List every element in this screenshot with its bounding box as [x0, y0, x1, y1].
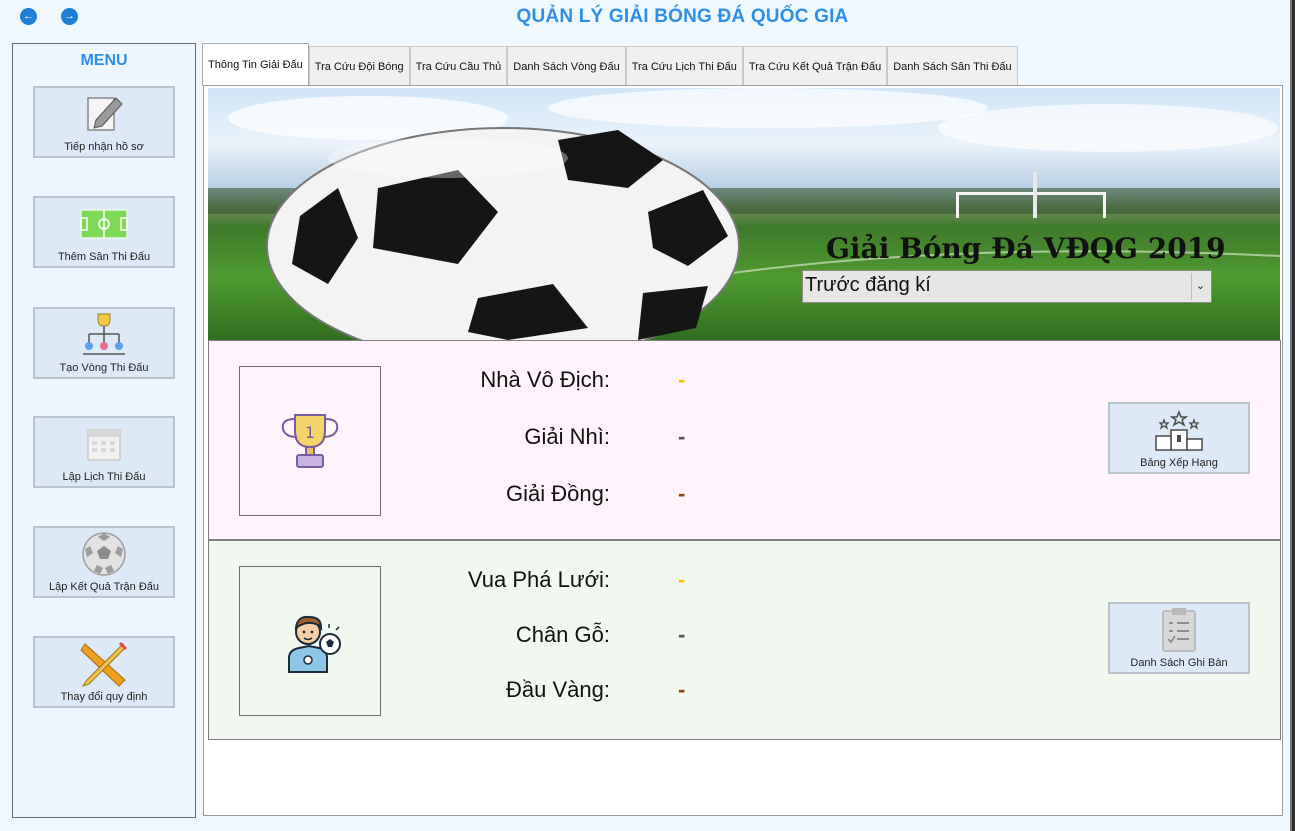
- top-scorer-label: Vua Phá Lưới:: [467, 567, 610, 592]
- runner-up-label: Giải Nhì:: [524, 424, 610, 449]
- season-select-value: Trước đăng kí: [805, 274, 931, 296]
- trophy-icon: 1: [281, 414, 339, 468]
- champion-value: -: [678, 367, 686, 392]
- clipboard-list-icon: [1110, 608, 1248, 652]
- scorer-list-button[interactable]: Danh Sách Ghi Bàn: [1108, 602, 1250, 674]
- player-awards-panel: Vua Phá Lưới: - Chân Gỗ: - Đầu Vàng: - D…: [208, 540, 1281, 740]
- sidebar-menu: MENU Tiếp nhận hồ sơ Thêm Sân Thi Đấu Tạ…: [12, 43, 196, 818]
- pencil-paper-icon: [35, 92, 173, 136]
- menu-title: MENU: [80, 52, 128, 69]
- runner-up-value: -: [678, 424, 686, 449]
- pencil-ruler-icon: [35, 642, 173, 687]
- soccer-ball-icon: [35, 532, 173, 576]
- app-title: QUẢN LÝ GIẢI BÓNG ĐÁ QUỐC GIA: [516, 6, 849, 27]
- tab-search-results[interactable]: Tra Cứu Kết Quả Trận Đấu: [742, 46, 888, 86]
- tab-search-schedule[interactable]: Tra Cứu Lịch Thi Đấu: [625, 46, 743, 86]
- podium-icon: [1110, 408, 1248, 452]
- menu-item-label: Lập Lịch Thi Đấu: [62, 471, 146, 483]
- player-with-ball-icon: [288, 615, 341, 673]
- menu-item-label: Tiếp nhận hồ sơ: [64, 141, 144, 153]
- wooden-foot-label: Chân Gỗ:: [515, 622, 610, 647]
- menu-item-receive-profile[interactable]: Tiếp nhận hồ sơ: [33, 86, 175, 158]
- calendar-icon: [35, 422, 173, 466]
- menu-item-label: Lập Kết Quả Trận Đấu: [48, 581, 160, 593]
- trophy-image-box: 1: [239, 366, 381, 516]
- pitch-icon: [35, 202, 173, 246]
- menu-item-label: Thêm Sân Thi Đấu: [57, 251, 151, 263]
- menu-item-change-rules[interactable]: Thay đổi quy định: [33, 636, 175, 708]
- tab-bar: Thông Tin Giải Đấu Tra Cứu Đội Bóng Tra …: [202, 43, 1018, 86]
- tab-search-players[interactable]: Tra Cứu Cầu Thủ: [409, 46, 508, 86]
- window-edge-highlight: [1290, 0, 1292, 831]
- standings-button[interactable]: Bảng Xếp Hạng: [1108, 402, 1250, 474]
- player-image-box: [239, 566, 381, 716]
- menu-item-create-round[interactable]: Tạo Vòng Thi Đấu: [33, 307, 175, 379]
- tournament-title: Giải Bóng Đá VĐQG 2019: [826, 232, 1226, 265]
- awards-panel: 1 Nhà Vô Địch: - Giải Nhì: - Giải Đồng: …: [208, 340, 1281, 540]
- tab-content: Giải Bóng Đá VĐQG 2019 Trước đăng kí ⌄ 1…: [203, 85, 1283, 816]
- third-place-value: -: [678, 481, 686, 506]
- svg-text:1: 1: [305, 423, 315, 442]
- tournament-bracket-icon: [35, 313, 173, 357]
- menu-item-schedule[interactable]: Lập Lịch Thi Đấu: [33, 416, 175, 488]
- banner: Giải Bóng Đá VĐQG 2019 Trước đăng kí ⌄: [208, 88, 1280, 340]
- tab-search-teams[interactable]: Tra Cứu Đội Bóng: [308, 46, 410, 86]
- menu-item-add-stadium[interactable]: Thêm Sân Thi Đấu: [33, 196, 175, 268]
- menu-item-match-result[interactable]: Lập Kết Quả Trận Đấu: [33, 526, 175, 598]
- golden-head-label: Đầu Vàng:: [506, 677, 610, 702]
- menu-item-label: Thay đổi quy định: [60, 691, 148, 703]
- champion-label: Nhà Vô Địch:: [480, 367, 610, 392]
- third-place-label: Giải Đồng:: [506, 481, 610, 506]
- scorer-list-button-label: Danh Sách Ghi Bàn: [1130, 657, 1228, 669]
- standings-button-label: Bảng Xếp Hạng: [1140, 457, 1218, 469]
- wooden-foot-value: -: [678, 622, 686, 647]
- top-scorer-value: -: [678, 567, 686, 592]
- tab-round-list[interactable]: Danh Sách Vòng Đấu: [507, 46, 626, 86]
- chevron-down-icon: ⌄: [1191, 273, 1209, 300]
- tab-stadium-list[interactable]: Danh Sách Sân Thi Đấu: [887, 46, 1018, 86]
- season-select[interactable]: Trước đăng kí ⌄: [802, 270, 1212, 303]
- menu-item-label: Tạo Vòng Thi Đấu: [59, 362, 149, 374]
- tab-tournament-info[interactable]: Thông Tin Giải Đấu: [202, 43, 309, 86]
- golden-head-value: -: [678, 677, 686, 702]
